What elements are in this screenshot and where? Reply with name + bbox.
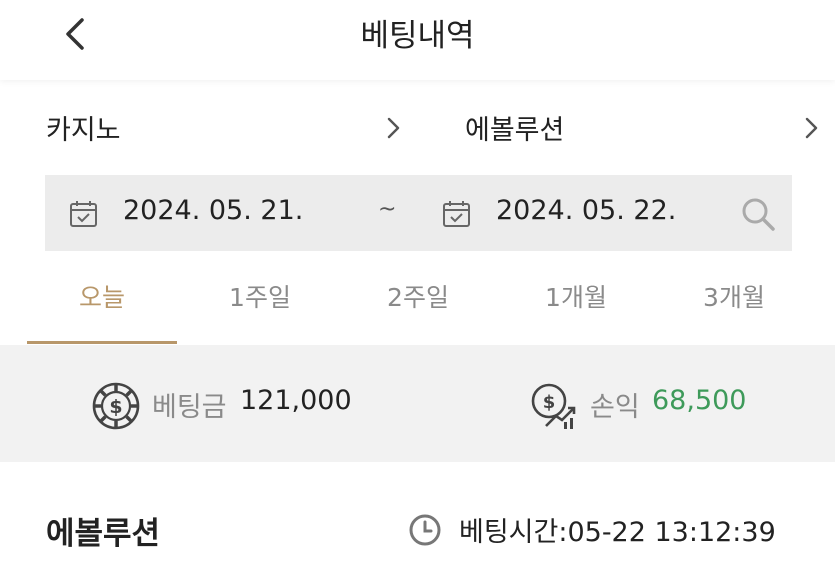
profit-label: 손익 [590,392,640,423]
tab-1-month[interactable]: 1개월 [501,262,651,344]
chevron-right-icon [805,117,818,139]
tab-2-weeks[interactable]: 2주일 [343,262,493,344]
calendar-icon[interactable] [69,200,98,228]
record-provider: 에볼루션 [46,516,161,552]
chevron-right-icon [387,117,400,139]
bet-time: 베팅시간:05-22 13:12:39 [459,517,776,548]
date-separator: ~ [378,197,397,222]
svg-text:$: $ [109,396,122,418]
date-to-input[interactable]: 2024. 05. 22. [496,195,676,226]
game-type-value: 카지노 [46,115,121,146]
filter-selects: 카지노 에볼루션 [0,100,835,155]
svg-text:$: $ [543,392,556,413]
bet-amount-label: 베팅금 [152,392,227,423]
date-range-bar: 2024. 05. 21. ~ 2024. 05. 22. [45,175,792,251]
period-tabs: 오늘 1주일 2주일 1개월 3개월 [27,262,817,344]
tab-1-week[interactable]: 1주일 [185,262,335,344]
game-type-select[interactable]: 카지노 [46,100,402,155]
tab-today[interactable]: 오늘 [27,262,177,344]
bet-amount-value: 121,000 [240,385,352,416]
tab-3-months[interactable]: 3개월 [659,262,809,344]
page-title: 베팅내역 [360,18,475,54]
profit-chart-icon: $ [531,383,576,429]
bet-summary: $ 베팅금 121,000 $ 손익 68,500 [0,345,835,462]
provider-value: 에볼루션 [465,115,565,146]
clock-icon [409,514,441,546]
casino-chip-icon: $ [92,382,140,430]
provider-select[interactable]: 에볼루션 [465,100,820,155]
date-from-input[interactable]: 2024. 05. 21. [123,195,303,226]
app-header: 베팅내역 [0,0,835,80]
calendar-icon[interactable] [442,200,471,228]
search-icon[interactable] [740,196,776,232]
profit-value: 68,500 [652,385,747,416]
